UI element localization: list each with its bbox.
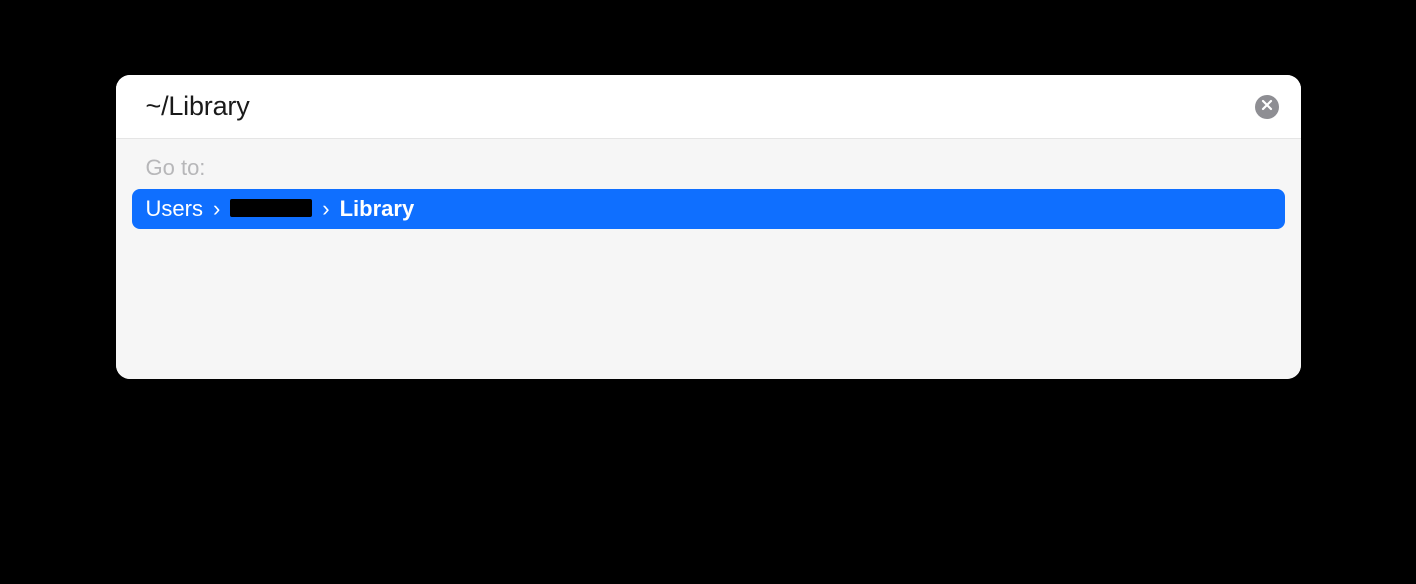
path-segment-users: Users xyxy=(146,196,203,222)
input-row xyxy=(116,75,1301,139)
clear-button[interactable] xyxy=(1255,95,1279,119)
goto-folder-dialog: Go to: Users › › Library xyxy=(116,75,1301,379)
result-row[interactable]: Users › › Library xyxy=(132,189,1285,229)
chevron-icon: › xyxy=(322,196,329,222)
results-area: Go to: Users › › Library xyxy=(116,139,1301,379)
path-segment-username-redacted xyxy=(230,199,312,217)
path-input[interactable] xyxy=(146,91,1255,122)
path-segment-library: Library xyxy=(340,196,415,222)
close-icon xyxy=(1261,98,1273,116)
chevron-icon: › xyxy=(213,196,220,222)
goto-label: Go to: xyxy=(146,155,1285,181)
